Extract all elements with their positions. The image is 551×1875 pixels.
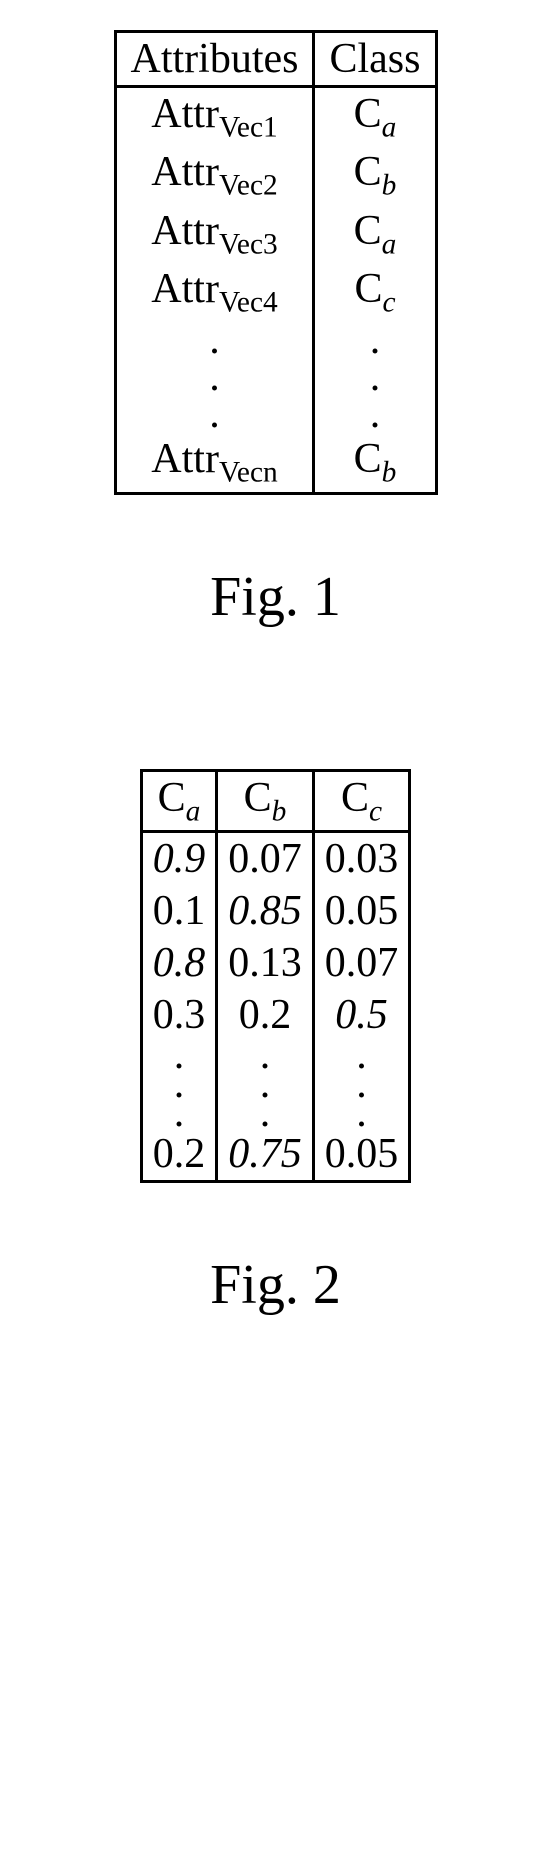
prob-cell: 0.13 xyxy=(217,937,314,989)
fig2-caption: Fig. 2 xyxy=(50,1253,501,1317)
table-row: 0.2 0.75 0.05 xyxy=(141,1128,410,1182)
fig1-caption: Fig. 1 xyxy=(50,565,501,629)
fig1-header-attributes: Attributes xyxy=(115,32,314,87)
prob-cell: 0.07 xyxy=(313,937,410,989)
table-row: AttrVec2 Cb xyxy=(115,146,436,204)
fig2-header-ca: Ca xyxy=(141,770,217,831)
prob-cell: 0.05 xyxy=(313,1128,410,1182)
class-cell: Cb xyxy=(314,146,436,204)
fig2-table: Ca Cb Cc 0.9 0.07 0.03 0.1 0.85 0.05 0.8… xyxy=(140,769,412,1184)
ellipsis-row: ... xyxy=(141,1099,410,1128)
attr-cell: AttrVec4 xyxy=(115,263,314,321)
ellipsis-row: .. xyxy=(115,396,436,433)
attr-cell: AttrVec1 xyxy=(115,87,314,147)
class-cell: Ca xyxy=(314,87,436,147)
prob-cell: 0.8 xyxy=(141,937,217,989)
table-row: AttrVec3 Ca xyxy=(115,205,436,263)
table-row: 0.8 0.13 0.07 xyxy=(141,937,410,989)
fig2-header-cb: Cb xyxy=(217,770,314,831)
ellipsis-row: .. xyxy=(115,359,436,396)
class-cell: Cc xyxy=(314,263,436,321)
table-row: AttrVec4 Cc xyxy=(115,263,436,321)
fig1-table: Attributes Class AttrVec1 Ca AttrVec2 Cb… xyxy=(114,30,438,495)
table-row: AttrVecn Cb xyxy=(115,433,436,493)
table-row: 0.9 0.07 0.03 xyxy=(141,831,410,885)
ellipsis-row: .. xyxy=(115,322,436,359)
prob-cell: 0.75 xyxy=(217,1128,314,1182)
table-row: 0.1 0.85 0.05 xyxy=(141,885,410,937)
prob-cell: 0.1 xyxy=(141,885,217,937)
table-row: AttrVec1 Ca xyxy=(115,87,436,147)
fig1-header-class: Class xyxy=(314,32,436,87)
prob-cell: 0.2 xyxy=(141,1128,217,1182)
class-cell: Ca xyxy=(314,205,436,263)
attr-cell: AttrVec2 xyxy=(115,146,314,204)
prob-cell: 0.85 xyxy=(217,885,314,937)
attr-cell: AttrVecn xyxy=(115,433,314,493)
class-cell: Cb xyxy=(314,433,436,493)
fig2-header-cc: Cc xyxy=(313,770,410,831)
prob-cell: 0.07 xyxy=(217,831,314,885)
prob-cell: 0.03 xyxy=(313,831,410,885)
prob-cell: 0.05 xyxy=(313,885,410,937)
attr-cell: AttrVec3 xyxy=(115,205,314,263)
prob-cell: 0.9 xyxy=(141,831,217,885)
